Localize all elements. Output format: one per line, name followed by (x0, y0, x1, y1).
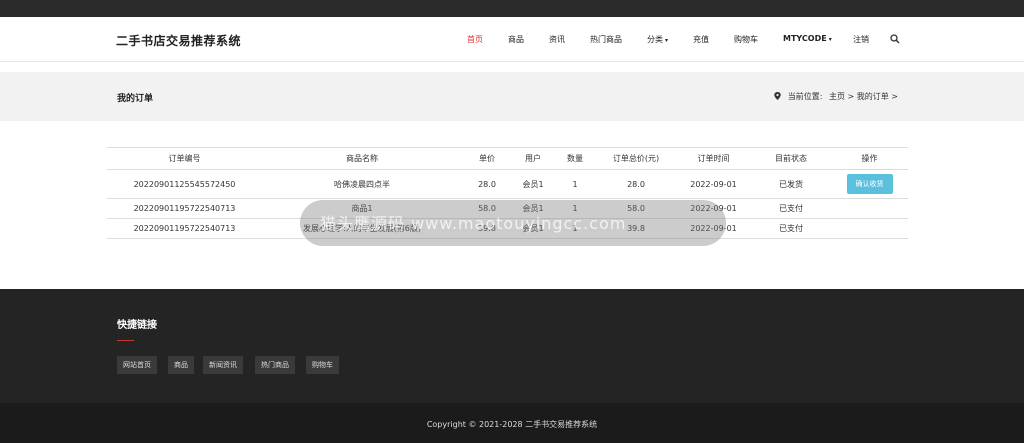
site-header: 二手书店交易推荐系统 首页 商品 资讯 热门商品 分类 ▾ 充值 购物车 MTYC… (0, 17, 1024, 62)
quick-link-home[interactable]: 网站首页 (117, 356, 157, 374)
nav-logout[interactable]: 注销 (853, 34, 869, 45)
column-header: 商品名称 (262, 147, 462, 170)
order-total: 28.0 (596, 169, 676, 199)
nav-products[interactable]: 商品 (508, 34, 524, 45)
nav-user-menu[interactable]: MTYCODE ▾ (783, 34, 832, 43)
page-banner: 我的订单 当前位置: 主页 > 我的订单 > (0, 72, 1024, 121)
nav-news-label: 资讯 (549, 35, 565, 44)
footer-title: 快捷链接 (117, 320, 157, 331)
nav-hot-products[interactable]: 热门商品 (590, 34, 622, 45)
quick-link-products[interactable]: 商品 (168, 356, 194, 374)
copyright-bar: Copyright © 2021-2028 二手书交易推荐系统 (0, 403, 1024, 443)
order-status: 已支付 (751, 198, 831, 219)
nav-hot-products-label: 热门商品 (590, 35, 622, 44)
order-user: 会员1 (512, 169, 554, 199)
order-id: 20220901125545572450 (107, 169, 262, 199)
location-pin-icon (774, 92, 781, 100)
column-header: 订单总价(元) (596, 147, 676, 170)
column-header: 订单编号 (107, 147, 262, 170)
order-time: 2022-09-01 (676, 169, 751, 199)
breadcrumb: 当前位置: 主页 > 我的订单 > (774, 91, 898, 102)
quick-link-hot-products[interactable]: 热门商品 (255, 356, 295, 374)
breadcrumb-home-link[interactable]: 主页 (829, 92, 845, 101)
breadcrumb-current[interactable]: 我的订单 (857, 92, 889, 101)
order-action-cell (831, 218, 908, 239)
nav-cart[interactable]: 购物车 (734, 34, 758, 45)
breadcrumb-trail: > (891, 92, 898, 101)
column-header: 目前状态 (751, 147, 831, 170)
main-nav: 首页 商品 资讯 热门商品 分类 ▾ 充值 购物车 MTYCODE ▾ 注销 (0, 17, 1024, 62)
order-action-cell: 确认收货 (831, 169, 908, 199)
order-id: 20220901195722540713 (107, 218, 262, 239)
column-header: 数量 (554, 147, 596, 170)
nav-news[interactable]: 资讯 (549, 34, 565, 45)
order-action-cell (831, 198, 908, 219)
page-title: 我的订单 (117, 94, 154, 104)
confirm-receipt-button[interactable]: 确认收货 (846, 174, 893, 194)
product-name: 哈佛凌晨四点半 (262, 169, 462, 199)
nav-products-label: 商品 (508, 35, 524, 44)
copyright-text: Copyright © 2021-2028 二手书交易推荐系统 (426, 420, 598, 429)
column-header: 订单时间 (676, 147, 751, 170)
column-header: 单价 (462, 147, 512, 170)
chevron-down-icon: ▾ (828, 36, 832, 43)
nav-logout-label: 注销 (853, 35, 869, 44)
table-row: 20220901125545572450 哈佛凌晨四点半 28.0 会员1 1 … (107, 169, 908, 199)
nav-home-label: 首页 (467, 35, 483, 44)
breadcrumb-prefix: 当前位置: (787, 92, 823, 101)
site-footer: 快捷链接 网站首页 商品 新闻资讯 热门商品 购物车 (0, 289, 1024, 403)
quick-link-news[interactable]: 新闻资讯 (203, 356, 243, 374)
watermark-text: 猫头鹰源码 www.maotouyingcc.com (320, 214, 627, 233)
order-status: 已支付 (751, 218, 831, 239)
nav-recharge-label: 充值 (693, 35, 709, 44)
search-icon[interactable] (890, 34, 900, 44)
order-id: 20220901195722540713 (107, 198, 262, 219)
order-status: 已发货 (751, 169, 831, 199)
unit-price: 28.0 (462, 169, 512, 199)
footer-title-underline (117, 340, 134, 341)
quick-link-cart[interactable]: 购物车 (306, 356, 339, 374)
chevron-down-icon: ▾ (665, 37, 669, 44)
nav-home[interactable]: 首页 (467, 34, 483, 45)
nav-category-label: 分类 (647, 35, 663, 44)
breadcrumb-separator: > (847, 92, 855, 101)
column-header: 用户 (512, 147, 554, 170)
nav-cart-label: 购物车 (734, 35, 758, 44)
nav-category[interactable]: 分类 ▾ (647, 34, 668, 45)
order-quantity: 1 (554, 169, 596, 199)
column-header: 操作 (831, 147, 908, 170)
table-header-row: 订单编号 商品名称 单价 用户 数量 订单总价(元) 订单时间 目前状态 操作 (107, 147, 908, 170)
top-strip (0, 0, 1024, 17)
nav-user-menu-label: MTYCODE (783, 34, 827, 43)
nav-recharge[interactable]: 充值 (693, 34, 709, 45)
